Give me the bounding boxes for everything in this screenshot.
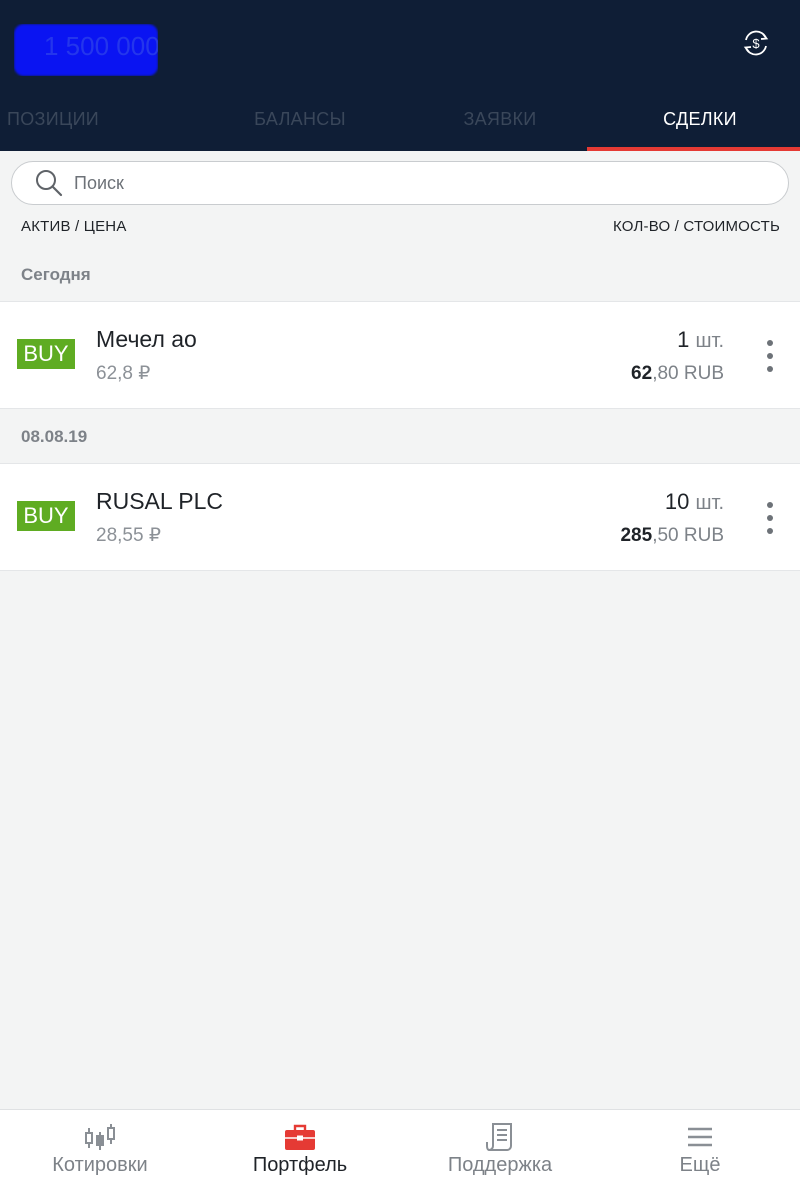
quantity-unit: шт. [695,330,724,352]
column-header-asset-price: АКТИВ / ЦЕНА [21,218,127,235]
tab-positions[interactable]: ПОЗИЦИИ [0,96,200,151]
asset-name: Мечел ао [96,326,197,352]
candlestick-icon [85,1124,115,1150]
trade-quantity: 10 шт. [665,489,724,515]
quantity-value: 1 [677,327,690,352]
nav-label: Поддержка [447,1154,553,1176]
more-options-button[interactable] [760,502,780,534]
column-headers: АКТИВ / ЦЕНА КОЛ-ВО / СТОИМОСТЬ [21,218,780,235]
nav-support[interactable]: Поддержка [400,1110,600,1184]
menu-icon [688,1127,712,1147]
portfolio-tabs: ПОЗИЦИИ БАЛАНСЫ ЗАЯВКИ СДЕЛКИ [0,96,800,151]
search-icon [36,170,63,197]
trade-cost: 285,50 RUB [620,525,724,547]
search-bar[interactable] [11,161,789,205]
bottom-navigation: Котировки Портфель Поддержка Ещё [0,1109,800,1184]
more-options-button[interactable] [760,340,780,372]
asset-name: RUSAL PLC [96,488,223,514]
nav-label: Портфель [252,1154,348,1176]
search-input[interactable] [74,172,754,194]
nav-label: Ещё [679,1154,721,1176]
nav-more[interactable]: Ещё [600,1110,800,1184]
trade-row[interactable]: BUY RUSAL PLC 28,55 ₽ 10 шт. 285,50 RUB [0,463,800,571]
quantity-value: 10 [664,489,690,514]
currency-refresh-icon: $ [743,30,769,56]
document-icon [486,1123,512,1151]
trade-side-badge: BUY [17,339,75,369]
section-date-label: Сегодня [21,265,91,284]
briefcase-icon [285,1124,315,1150]
cost-integer: 285 [620,525,653,546]
trade-row[interactable]: BUY Мечел ао 62,8 ₽ 1 шт. 62,80 RUB [0,301,800,409]
asset-price: 28,55 ₽ [96,525,161,546]
trade-side-badge: BUY [17,501,75,531]
cost-fraction: ,80 RUB [652,363,724,384]
more-vertical-icon [767,502,773,508]
nav-label: Котировки [52,1154,148,1176]
section-date-label: 08.08.19 [21,427,88,446]
tab-orders[interactable]: ЗАЯВКИ [400,96,600,151]
tab-balances[interactable]: БАЛАНСЫ [200,96,400,151]
asset-price: 62,8 ₽ [96,363,151,384]
nav-quotes[interactable]: Котировки [0,1110,200,1184]
trade-cost: 62,80 RUB [631,363,724,385]
quantity-unit: шт. [695,492,724,514]
currency-refresh-button[interactable]: $ [738,25,774,61]
cost-fraction: ,50 RUB [652,525,724,546]
tab-trades[interactable]: СДЕЛКИ [587,96,800,151]
trade-quantity: 1 шт. [677,327,724,353]
svg-text:$: $ [752,36,760,51]
nav-portfolio[interactable]: Портфель [200,1110,400,1184]
app-header: 1 500 000 $ ПОЗИЦИИ БАЛАНСЫ ЗАЯВКИ СДЕЛК… [0,0,800,151]
cost-integer: 62 [631,363,653,384]
column-header-qty-cost: КОЛ-ВО / СТОИМОСТЬ [613,218,780,235]
more-vertical-icon [767,340,773,346]
account-value-redacted: 1 500 000 [14,24,158,76]
